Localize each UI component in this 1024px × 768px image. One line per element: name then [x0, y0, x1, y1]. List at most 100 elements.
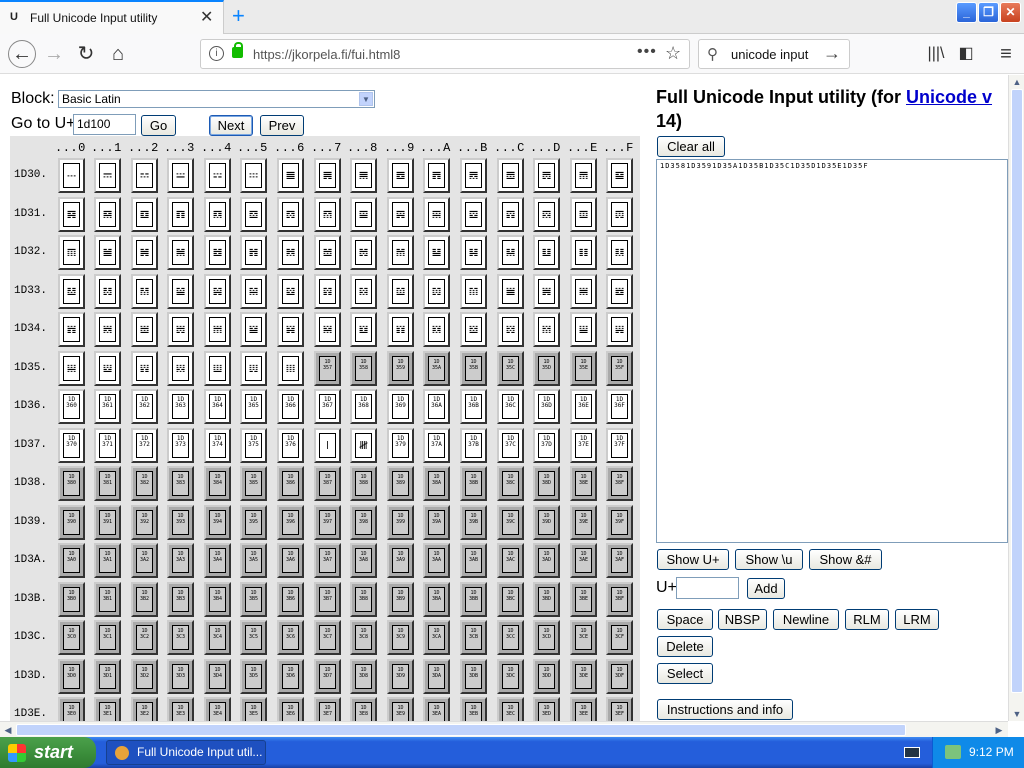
char-cell[interactable]: 𝌢 — [131, 235, 158, 270]
char-cell[interactable]: 𝍅 — [240, 312, 267, 347]
char-cell[interactable]: 𝌊 — [423, 158, 450, 193]
char-cell[interactable]: 𝌀 — [58, 158, 85, 193]
char-cell[interactable]: 1D 3DB — [460, 658, 487, 694]
char-cell[interactable]: 1D 3DF — [606, 658, 633, 694]
char-cell[interactable]: 𝌰 — [58, 273, 85, 309]
char-cell[interactable]: 1D 36C — [497, 389, 524, 424]
char-cell[interactable]: 1D 383 — [167, 466, 194, 501]
char-cell[interactable]: 𝌐 — [58, 196, 85, 232]
show-uplus-button[interactable]: Show U+ — [657, 549, 729, 570]
char-cell[interactable]: 1D 3D4 — [204, 658, 231, 694]
char-cell[interactable]: 1D 3DE — [570, 658, 597, 694]
space-button[interactable]: Space — [657, 609, 713, 630]
char-cell[interactable]: 𝌨 — [350, 235, 377, 270]
search-input[interactable]: unicode input — [731, 47, 808, 62]
char-cell[interactable]: 1D 39D — [533, 504, 560, 540]
char-cell[interactable]: 1D 3C1 — [94, 620, 121, 655]
char-cell[interactable]: 1D 3AD — [533, 543, 560, 578]
char-cell[interactable]: 1D 380 — [58, 466, 85, 501]
char-cell[interactable]: 1D 38E — [570, 466, 597, 501]
char-cell[interactable]: 1D 3CF — [606, 620, 633, 655]
char-cell[interactable]: 1D 366 — [277, 389, 304, 424]
char-cell[interactable]: 𝌏 — [606, 158, 633, 193]
char-cell[interactable]: 1D 395 — [240, 504, 267, 540]
search-box[interactable]: ⚲ unicode input → — [698, 39, 850, 69]
scroll-down-icon[interactable]: ▼ — [1010, 707, 1024, 721]
char-cell[interactable]: 1D 385 — [240, 466, 267, 501]
char-cell[interactable]: 1D 3CD — [533, 620, 560, 655]
char-cell[interactable]: 𝌟 — [606, 196, 633, 232]
char-cell[interactable]: 1D 361 — [94, 389, 121, 424]
char-cell[interactable]: 1D 372 — [131, 427, 158, 463]
minimize-button[interactable]: _ — [956, 2, 977, 23]
char-cell[interactable]: 1D 39E — [570, 504, 597, 540]
vertical-scroll-thumb[interactable] — [1011, 89, 1023, 693]
char-cell[interactable]: 1D 3A0 — [58, 543, 85, 578]
search-go-icon[interactable]: → — [823, 43, 841, 64]
char-cell[interactable]: 1D 373 — [167, 427, 194, 463]
char-cell[interactable]: 𝌷 — [314, 273, 341, 309]
char-cell[interactable]: 1D 3D8 — [350, 658, 377, 694]
char-cell[interactable]: 𝍊 — [423, 312, 450, 347]
char-cell[interactable]: 1D 3A1 — [94, 543, 121, 578]
char-cell[interactable]: 𝌙 — [387, 196, 414, 232]
network-icon[interactable] — [945, 745, 961, 759]
char-cell[interactable]: 1D 369 — [387, 389, 414, 424]
char-cell[interactable]: 1D 364 — [204, 389, 231, 424]
char-cell[interactable]: 1D 3B0 — [58, 581, 85, 617]
char-cell[interactable]: 𝌹 — [387, 273, 414, 309]
char-cell[interactable]: 1D 3EB — [460, 697, 487, 721]
char-cell[interactable]: 1D 3BE — [570, 581, 597, 617]
char-cell[interactable]: 1D 391 — [94, 504, 121, 540]
char-cell[interactable]: 1D 3ED — [533, 697, 560, 721]
char-cell[interactable]: 𝌻 — [460, 273, 487, 309]
char-cell[interactable]: 𝌝 — [533, 196, 560, 232]
char-cell[interactable]: 1D 35A — [423, 350, 450, 386]
char-cell[interactable]: 1D 3E2 — [131, 697, 158, 721]
char-cell[interactable]: 𝌱 — [94, 273, 121, 309]
library-icon[interactable]: |||\ — [924, 42, 948, 66]
rlm-button[interactable]: RLM — [845, 609, 889, 630]
char-cell[interactable]: 1D 36A — [423, 389, 450, 424]
char-cell[interactable]: 1D 370 — [58, 427, 85, 463]
char-cell[interactable]: 𝍐 — [58, 350, 85, 386]
char-cell[interactable]: 𝌚 — [423, 196, 450, 232]
prev-button[interactable]: Prev — [260, 115, 304, 136]
char-cell[interactable]: 1D 397 — [314, 504, 341, 540]
char-cell[interactable]: 1D 3A5 — [240, 543, 267, 578]
char-cell[interactable]: 𝌃 — [167, 158, 194, 193]
char-cell[interactable]: 𝌂 — [131, 158, 158, 193]
char-cell[interactable]: 1D 3D1 — [94, 658, 121, 694]
char-cell[interactable]: 1D 3D9 — [387, 658, 414, 694]
char-cell[interactable]: 1D 382 — [131, 466, 158, 501]
char-cell[interactable]: 𝌮 — [570, 235, 597, 270]
char-cell[interactable]: 1D 35C — [497, 350, 524, 386]
char-cell[interactable]: 𝌋 — [460, 158, 487, 193]
unicode-version-link[interactable]: Unicode v — [906, 87, 992, 107]
close-window-button[interactable]: ✕ — [1000, 2, 1021, 23]
char-cell[interactable]: 𝌫 — [460, 235, 487, 270]
char-cell[interactable]: 𝌘 — [350, 196, 377, 232]
char-cell[interactable]: 1D 3A8 — [350, 543, 377, 578]
char-cell[interactable]: 1D 3D7 — [314, 658, 341, 694]
char-cell[interactable]: 1D 3A7 — [314, 543, 341, 578]
char-cell[interactable]: 𝍂 — [131, 312, 158, 347]
char-cell[interactable]: 1D 38F — [606, 466, 633, 501]
char-cell[interactable]: 1D 3E7 — [314, 697, 341, 721]
char-cell[interactable]: 𝌈 — [350, 158, 377, 193]
char-cell[interactable]: 𝍌 — [497, 312, 524, 347]
char-cell[interactable]: 𝌺 — [423, 273, 450, 309]
char-cell[interactable]: 1D 3C8 — [350, 620, 377, 655]
tab-close-icon[interactable]: ✕ — [200, 7, 213, 27]
char-cell[interactable]: 1D 3BB — [460, 581, 487, 617]
char-cell[interactable]: 1D 38D — [533, 466, 560, 501]
char-cell[interactable]: 𝌞 — [570, 196, 597, 232]
forward-arrow-icon[interactable]: → — [42, 42, 66, 66]
maximize-button[interactable]: ❐ — [978, 2, 999, 23]
char-cell[interactable]: 𝍉 — [387, 312, 414, 347]
char-cell[interactable]: 𝌒 — [131, 196, 158, 232]
char-cell[interactable]: 𝌔 — [204, 196, 231, 232]
char-cell[interactable]: 1D 3E3 — [167, 697, 194, 721]
char-cell[interactable]: 1D 362 — [131, 389, 158, 424]
menu-icon[interactable]: ≡ — [994, 42, 1018, 66]
